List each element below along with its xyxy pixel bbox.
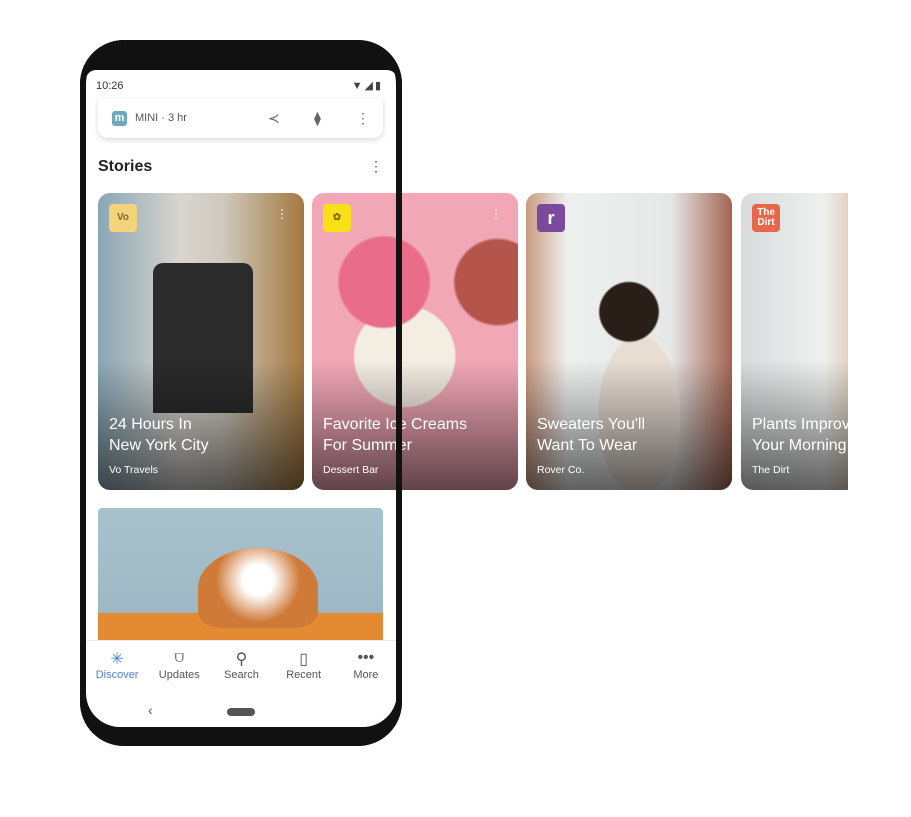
cat-image[interactable] [98, 508, 383, 648]
status-icons: ▼◢▮ [351, 80, 383, 92]
card-more-icon[interactable]: ⋮ [276, 207, 288, 221]
publisher-logo: ✿ [323, 204, 351, 232]
mini-label: MINI · 3 hr [135, 112, 187, 124]
back-icon[interactable]: ‹ [148, 702, 153, 718]
mini-card-bar[interactable]: m MINI · 3 hr ≺ ⧫ ⋮ [98, 98, 383, 138]
share-icon[interactable]: ≺ [268, 110, 280, 127]
recent-icon: ▯ [299, 651, 309, 668]
nav-discover[interactable]: ✳ Discover [86, 641, 148, 690]
more-vert-icon[interactable]: ⋮ [356, 110, 370, 127]
card-title: Favorite Ice Creams For Summer [323, 416, 468, 454]
card-title: Plants Improve Your Morning [752, 416, 848, 454]
section-title: Stories [98, 158, 153, 175]
story-card-clipped[interactable]: The Dirt Plants Improve Your Morning The… [741, 193, 848, 490]
story-card[interactable]: Vo ⋮ 24 Hours In New York City Vo Travel… [98, 193, 304, 490]
nav-more[interactable]: ••• More [335, 641, 397, 690]
home-pill[interactable] [227, 708, 255, 716]
nav-updates[interactable]: ⩌ Updates [148, 641, 210, 690]
discover-icon: ✳ [110, 651, 124, 668]
story-card: The Dirt Plants Improve Your Morning The… [741, 193, 848, 490]
nav-search[interactable]: ⚲ Search [210, 641, 272, 690]
bottom-nav: ✳ Discover ⩌ Updates ⚲ Search ▯ Recent ••• Mo… [86, 640, 397, 690]
search-icon: ⚲ [235, 651, 248, 668]
publisher-logo: The Dirt [752, 204, 780, 232]
more-icon: ••• [357, 649, 375, 666]
publisher-logo: r [537, 204, 565, 232]
gesture-bar: ‹ [86, 698, 397, 727]
card-source: The Dirt [752, 464, 790, 476]
publisher-logo: Vo [109, 204, 137, 232]
card-source: Rover Co. [537, 464, 585, 476]
follow-icon[interactable]: ⧫ [314, 110, 321, 127]
updates-icon: ⩌ [174, 649, 185, 666]
card-title: Sweaters You'll Want To Wear [537, 416, 646, 454]
mini-logo: m [112, 110, 127, 126]
card-more-icon[interactable]: ⋮ [490, 207, 502, 221]
cat [198, 548, 318, 628]
status-time: 10:26 [96, 80, 124, 92]
card-source: Dessert Bar [323, 464, 379, 476]
stories-more-icon[interactable]: ⋮ [369, 158, 383, 175]
nav-recent[interactable]: ▯ Recent [273, 641, 335, 690]
story-card[interactable]: r Sweaters You'll Want To Wear Rover Co. [526, 193, 732, 490]
card-source: Vo Travels [109, 464, 159, 476]
card-title: 24 Hours In New York City [109, 416, 209, 454]
story-card[interactable]: ✿ ⋮ Favorite Ice Creams For Summer Desse… [312, 193, 518, 490]
